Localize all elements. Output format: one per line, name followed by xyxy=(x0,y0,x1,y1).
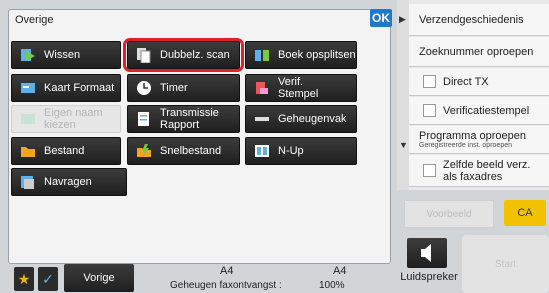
geheugenvak-label: Geheugenvak xyxy=(278,113,347,125)
timer-button[interactable]: Timer xyxy=(127,74,240,102)
check-icon: ✓ xyxy=(42,270,54,287)
speaker-icon xyxy=(407,238,447,268)
luidspreker-button[interactable]: Luidspreker xyxy=(399,238,459,290)
verificatiestempel-label: Verificatiestempel xyxy=(443,104,530,117)
verzendgeschiedenis-label: Verzendgeschiedenis xyxy=(419,13,524,26)
snelbestand-button[interactable]: Snelbestand xyxy=(127,137,240,165)
voorbeeld-label: Voorbeeld xyxy=(426,208,472,220)
start-button[interactable]: Start xyxy=(462,235,549,293)
navragen-button[interactable]: Navragen xyxy=(11,168,127,196)
zelfde-beeld-checkbox[interactable] xyxy=(423,164,436,177)
ca-button[interactable]: CA xyxy=(504,200,546,226)
stamp-icon xyxy=(254,80,270,96)
boek-opsplitsen-label: Boek opsplitsen xyxy=(278,49,356,61)
programma-oproepen-item[interactable]: Programma oproepen Geregistreerde inst. … xyxy=(409,126,549,154)
n-up-label: N-Up xyxy=(278,145,304,157)
fax-other-functions-screen: Overige OK Wissen Dubbelz. scan Boek ops… xyxy=(0,0,549,293)
clock-icon xyxy=(136,80,152,96)
start-label: Start xyxy=(494,258,517,270)
zoeknummer-item[interactable]: Zoeknummer oproepen xyxy=(409,37,549,67)
transmissie-rapport-button[interactable]: Transmissie Rapport xyxy=(127,105,240,133)
voorbeeld-button[interactable]: Voorbeeld xyxy=(404,200,494,228)
luidspreker-label: Luidspreker xyxy=(400,271,458,283)
memory-value: 100% xyxy=(319,280,345,291)
confirm-button[interactable]: ✓ xyxy=(38,267,58,291)
selection-highlight xyxy=(123,38,244,72)
polling-icon xyxy=(20,174,36,190)
ok-button[interactable]: OK xyxy=(370,9,392,27)
bestand-button[interactable]: Bestand xyxy=(11,137,121,165)
right-action-panel: ▶ ▼ Verzendgeschiedenis Zoeknummer oproe… xyxy=(397,0,549,190)
zelfde-beeld-label: Zelfde beeld verz. als faxadres xyxy=(443,158,531,183)
favorite-button[interactable]: ★ xyxy=(14,267,34,291)
scroll-down-icon[interactable]: ▼ xyxy=(399,140,408,150)
bestand-label: Bestand xyxy=(44,145,85,157)
wissen-label: Wissen xyxy=(44,49,81,61)
navragen-label: Navragen xyxy=(44,176,92,188)
right-panel-scroll[interactable] xyxy=(397,0,409,190)
folder-icon xyxy=(20,143,36,159)
kaart-formaat-button[interactable]: Kaart Formaat xyxy=(11,74,121,102)
n-up-button[interactable]: N-Up xyxy=(245,137,357,165)
name-tag-icon xyxy=(20,111,36,127)
geheugenvak-button[interactable]: Geheugenvak xyxy=(245,105,357,133)
programma-sub-label: Geregistreerde inst. oproepen xyxy=(419,142,512,149)
quick-file-icon xyxy=(136,143,152,159)
kaart-formaat-label: Kaart Formaat xyxy=(44,82,115,94)
programma-oproepen-label: Programma oproepen xyxy=(419,130,527,142)
zoeknummer-label: Zoeknummer oproepen xyxy=(419,45,534,58)
vorige-button[interactable]: Vorige xyxy=(64,264,134,292)
eigen-naam-kiezen-button[interactable]: Eigen naam kiezen xyxy=(11,105,121,133)
verificatiestempel-checkbox[interactable] xyxy=(423,104,436,117)
snelbestand-label: Snelbestand xyxy=(160,145,222,157)
report-icon xyxy=(136,111,152,127)
expand-arrow-icon[interactable]: ▶ xyxy=(399,14,406,25)
vorige-label: Vorige xyxy=(83,272,115,284)
direct-tx-label: Direct TX xyxy=(443,75,489,88)
eigen-naam-label: Eigen naam kiezen xyxy=(44,107,103,131)
star-icon: ★ xyxy=(17,270,31,287)
verif-stempel-label: Verif. Stempel xyxy=(278,76,319,100)
verificatiestempel-item[interactable]: Verificatiestempel xyxy=(409,97,549,125)
direct-tx-checkbox[interactable] xyxy=(423,75,436,88)
panel-title: Overige xyxy=(15,14,54,26)
boek-opsplitsen-button[interactable]: Boek opsplitsen xyxy=(245,41,357,69)
zelfde-beeld-item[interactable]: Zelfde beeld verz. als faxadres xyxy=(409,155,549,187)
memory-box-icon xyxy=(254,111,270,127)
erase-icon xyxy=(20,47,36,63)
wissen-button[interactable]: Wissen xyxy=(11,41,121,69)
memory-label: Geheugen faxontvangst : xyxy=(170,280,282,291)
paper-size-left: A4 xyxy=(220,265,234,277)
verif-stempel-button[interactable]: Verif. Stempel xyxy=(245,74,357,102)
direct-tx-item[interactable]: Direct TX xyxy=(409,68,549,96)
n-up-icon xyxy=(254,143,270,159)
bottom-bar: ★ ✓ Vorige A4 A4 Geheugen faxontvangst :… xyxy=(8,264,391,293)
timer-label: Timer xyxy=(160,82,188,94)
verzendgeschiedenis-item[interactable]: Verzendgeschiedenis xyxy=(409,4,549,36)
paper-size-right: A4 xyxy=(333,265,347,277)
transmissie-rapport-label: Transmissie Rapport xyxy=(160,107,219,131)
card-icon xyxy=(20,80,36,96)
book-split-icon xyxy=(254,47,270,63)
